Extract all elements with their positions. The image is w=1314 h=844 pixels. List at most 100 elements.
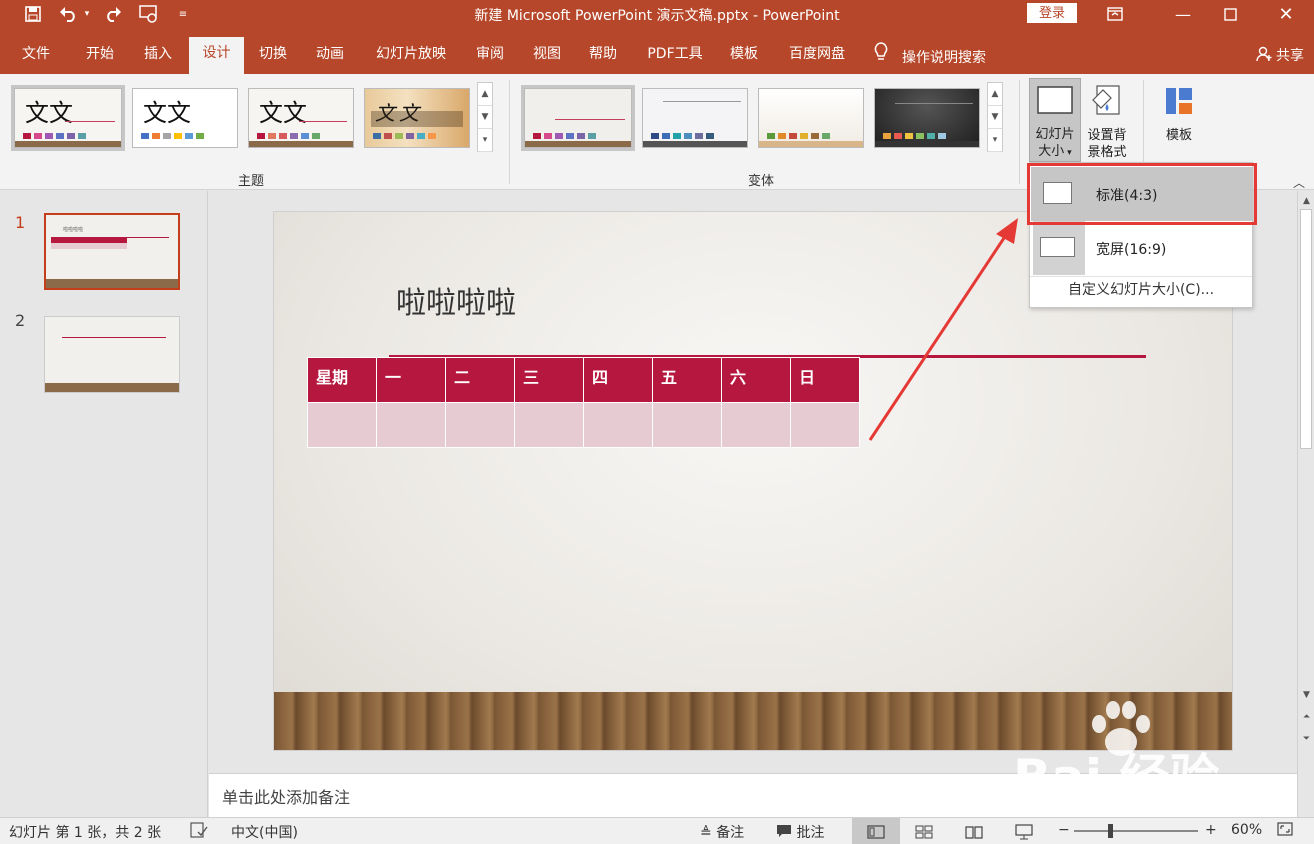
- scroll-up-icon[interactable]: ▲: [478, 83, 492, 106]
- table-cell[interactable]: [721, 402, 791, 448]
- theme-thumbnail[interactable]: 文文: [248, 88, 354, 148]
- table-cell[interactable]: [514, 402, 584, 448]
- comments-toggle[interactable]: 批注: [776, 822, 824, 842]
- variant-thumbnail[interactable]: [874, 88, 980, 148]
- zoom-slider-thumb[interactable]: [1108, 824, 1113, 838]
- tab-home[interactable]: 开始: [78, 42, 122, 74]
- table-header-cell[interactable]: 二: [445, 357, 515, 403]
- zoom-in-icon[interactable]: +: [1205, 822, 1217, 838]
- scroll-down-icon[interactable]: ▼: [1298, 687, 1314, 703]
- tab-insert[interactable]: 插入: [136, 42, 180, 74]
- tab-templates[interactable]: 模板: [722, 42, 766, 74]
- notes-toggle[interactable]: ≜ 备注: [700, 822, 744, 842]
- table-cell[interactable]: [652, 402, 722, 448]
- undo-dropdown-icon[interactable]: ▾: [80, 3, 94, 25]
- tab-slideshow[interactable]: 幻灯片放映: [367, 42, 455, 74]
- format-bg-label-2: 景格式: [1087, 145, 1127, 160]
- templates-button[interactable]: 模板: [1156, 78, 1202, 162]
- close-icon[interactable]: ✕: [1263, 0, 1309, 28]
- tell-me-search[interactable]: 操作说明搜索: [874, 42, 1014, 74]
- slide-thumbnail-2[interactable]: [44, 316, 180, 393]
- variants-gallery-scroll[interactable]: ▲ ▼ ▾: [987, 82, 1003, 152]
- table-header-cell[interactable]: 六: [721, 357, 791, 403]
- spellcheck-icon[interactable]: [190, 822, 208, 842]
- templates-icon: [1156, 86, 1202, 121]
- tab-pdf-tools[interactable]: PDF工具: [640, 42, 710, 74]
- slide-sorter-icon[interactable]: [900, 818, 948, 844]
- slide-size-dropdown: 标准(4:3) 宽屏(16:9) 自定义幻灯片大小(C)...: [1029, 162, 1253, 308]
- tab-baidu-netdisk[interactable]: 百度网盘: [781, 42, 853, 74]
- share-button[interactable]: 共享: [1255, 45, 1304, 65]
- table-header-cell[interactable]: 星期: [307, 357, 377, 403]
- zoom-slider[interactable]: [1074, 830, 1198, 832]
- table-cell[interactable]: [790, 402, 860, 448]
- slide-size-button[interactable]: 幻灯片 大小 ▾: [1029, 78, 1081, 162]
- scroll-up-icon[interactable]: ▲: [988, 83, 1002, 106]
- slide-widescreen-icon: [1040, 237, 1075, 257]
- format-background-button[interactable]: 设置背 景格式: [1083, 78, 1131, 162]
- title-bar: ▾ ≡ 新建 Microsoft PowerPoint 演示文稿.pptx - …: [0, 0, 1314, 28]
- more-icon[interactable]: ▾: [988, 129, 1002, 152]
- theme-sample-text: 文文: [259, 99, 307, 127]
- vertical-scrollbar[interactable]: ▲ ▼ ⏶ ⏷: [1297, 191, 1314, 817]
- scrollbar-thumb[interactable]: [1300, 209, 1312, 449]
- table-cell[interactable]: [445, 402, 515, 448]
- redo-icon[interactable]: [102, 3, 124, 25]
- theme-thumbnail[interactable]: 文文: [364, 88, 470, 148]
- undo-icon[interactable]: [58, 3, 80, 25]
- table-cell[interactable]: [583, 402, 653, 448]
- minimize-icon[interactable]: —: [1160, 0, 1206, 28]
- table-header-cell[interactable]: 五: [652, 357, 722, 403]
- tab-animations[interactable]: 动画: [308, 42, 352, 74]
- slide-title[interactable]: 啦啦啦啦: [396, 278, 516, 322]
- reading-view-icon[interactable]: [950, 818, 998, 844]
- table-cell[interactable]: [307, 402, 377, 448]
- next-slide-icon[interactable]: ⏷: [1298, 731, 1314, 747]
- slideshow-view-icon[interactable]: [1000, 818, 1048, 844]
- table-header-cell[interactable]: 三: [514, 357, 584, 403]
- weekday-table[interactable]: 星期 一 二 三 四 五 六 日: [307, 357, 860, 448]
- tab-view[interactable]: 视图: [525, 42, 569, 74]
- present-icon[interactable]: [138, 3, 160, 25]
- scroll-up-icon[interactable]: ▲: [1298, 193, 1314, 209]
- login-button[interactable]: 登录: [1027, 3, 1077, 23]
- notes-pane[interactable]: 单击此处添加备注: [209, 773, 1297, 817]
- slide-number: 1: [15, 213, 26, 232]
- variant-thumbnail[interactable]: [758, 88, 864, 148]
- scroll-down-icon[interactable]: ▼: [478, 106, 492, 129]
- variant-thumbnail[interactable]: [642, 88, 748, 148]
- table-header-cell[interactable]: 一: [376, 357, 446, 403]
- tab-file[interactable]: 文件: [14, 42, 58, 74]
- collapse-ribbon-icon[interactable]: ︿: [1290, 174, 1308, 190]
- normal-view-icon[interactable]: [852, 818, 900, 844]
- zoom-out-icon[interactable]: −: [1058, 822, 1070, 838]
- table-cell[interactable]: [376, 402, 446, 448]
- slide-thumbnail-1[interactable]: 啦啦啦啦: [44, 213, 180, 290]
- ribbon-display-icon[interactable]: [1092, 0, 1138, 28]
- previous-slide-icon[interactable]: ⏶: [1298, 709, 1314, 725]
- tab-review[interactable]: 审阅: [468, 42, 512, 74]
- custom-slide-size-option[interactable]: 自定义幻灯片大小(C)...: [1030, 276, 1252, 302]
- customize-icon[interactable]: ≡: [172, 3, 194, 25]
- status-bar: 幻灯片 第 1 张，共 2 张 中文(中国) ≜ 备注 批注 − + 60%: [0, 817, 1314, 844]
- table-header-cell[interactable]: 日: [790, 357, 860, 403]
- tab-help[interactable]: 帮助: [581, 42, 625, 74]
- themes-gallery-scroll[interactable]: ▲ ▼ ▾: [477, 82, 493, 152]
- group-label-themes: 主题: [238, 174, 265, 189]
- variant-thumbnail[interactable]: [521, 85, 635, 151]
- language-status[interactable]: 中文(中国): [231, 822, 298, 842]
- slide-count-status: 幻灯片 第 1 张，共 2 张: [9, 825, 162, 841]
- widescreen-16-9-option[interactable]: 宽屏(16:9): [1031, 221, 1252, 275]
- fit-to-window-icon[interactable]: [1277, 822, 1293, 840]
- tab-transitions[interactable]: 切换: [251, 42, 295, 74]
- theme-thumbnail[interactable]: 文文: [11, 85, 125, 151]
- tab-design[interactable]: 设计: [189, 37, 244, 74]
- save-icon[interactable]: [22, 3, 44, 25]
- standard-4-3-option[interactable]: 标准(4:3): [1031, 167, 1252, 221]
- table-header-cell[interactable]: 四: [583, 357, 653, 403]
- maximize-icon[interactable]: [1207, 0, 1253, 28]
- zoom-level[interactable]: 60%: [1231, 822, 1262, 838]
- more-icon[interactable]: ▾: [478, 129, 492, 152]
- theme-thumbnail[interactable]: 文文: [132, 88, 238, 148]
- scroll-down-icon[interactable]: ▼: [988, 106, 1002, 129]
